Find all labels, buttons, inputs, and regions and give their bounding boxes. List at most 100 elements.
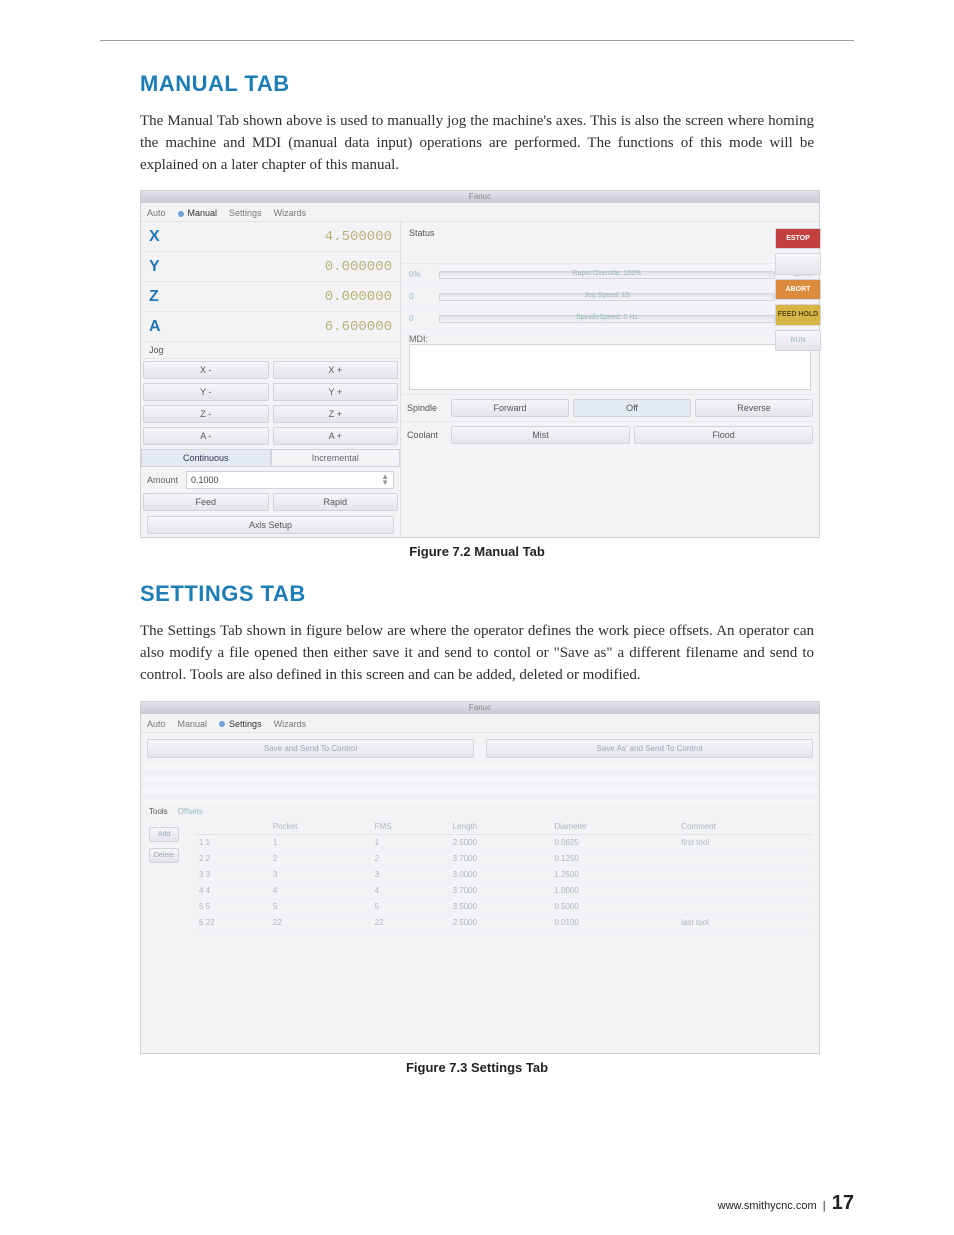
tab-wizards-s[interactable]: Wizards <box>274 717 307 731</box>
spindle-speed-slider[interactable]: SpindleSpeed: 0 Hz <box>439 315 775 323</box>
tab-manual[interactable]: Manual <box>178 206 218 220</box>
jog-a-neg[interactable]: A - <box>143 427 269 445</box>
axis-a-value: 6.600000 <box>325 319 392 335</box>
spindle-reverse[interactable]: Reverse <box>695 399 813 417</box>
stepper-arrows-icon[interactable]: ▲▼ <box>381 474 389 486</box>
feed-hold-button[interactable]: FEED HOLD <box>775 304 821 326</box>
table-cell: 5 <box>269 898 371 914</box>
subtab-offsets[interactable]: Offsets <box>178 807 203 816</box>
app-window-settings: Fanuc Auto Manual Settings Wizards Save … <box>140 701 820 1054</box>
jog-z-pos[interactable]: Z + <box>273 405 399 423</box>
abort-button[interactable]: ABORT <box>775 279 821 300</box>
status-label: Status <box>409 228 811 238</box>
axis-setup-button[interactable]: Axis Setup <box>147 516 394 534</box>
col-diameter: Diameter <box>550 819 677 835</box>
table-row[interactable]: 5 5553.50000.5000 <box>195 898 811 914</box>
amount-spinner[interactable]: 0.1000 ▲▼ <box>186 471 394 489</box>
table-cell: 4 4 <box>195 882 269 898</box>
save-send-button[interactable]: Save and Send To Control <box>147 739 474 758</box>
subtab-tools[interactable]: Tools <box>149 807 168 816</box>
jog-y-neg[interactable]: Y - <box>143 383 269 401</box>
settings-figure-caption: Figure 7.3 Settings Tab <box>140 1060 814 1075</box>
jog-speed-caption: Jog Speed: 15 <box>440 292 774 299</box>
table-cell: 1 1 <box>195 834 269 850</box>
table-cell: 4 <box>371 882 449 898</box>
table-cell <box>677 850 811 866</box>
tab-bar-settings: Auto Manual Settings Wizards <box>141 714 819 733</box>
jog-heading: Jog <box>141 342 400 359</box>
table-cell: first tool <box>677 834 811 850</box>
manual-heading: MANUAL TAB <box>140 71 814 97</box>
tool-add-button[interactable]: Add <box>149 827 179 842</box>
table-cell: 0.0625 <box>550 834 677 850</box>
tool-delete-button[interactable]: Delete <box>149 848 179 863</box>
jog-y-pos[interactable]: Y + <box>273 383 399 401</box>
axis-x-value: 4.500000 <box>325 229 392 245</box>
tab-auto-s[interactable]: Auto <box>147 717 166 731</box>
spindle-label: Spindle <box>407 403 447 413</box>
table-cell: 1.2500 <box>550 866 677 882</box>
table-cell: 0.0100 <box>550 914 677 930</box>
tab-manual-s[interactable]: Manual <box>178 717 208 731</box>
axis-a-label: A <box>149 318 169 336</box>
rapid-override-caption: Rapid Override: 100% <box>440 270 774 277</box>
table-cell: 5 5 <box>195 898 269 914</box>
axis-z-label: Z <box>149 288 169 306</box>
feed-button[interactable]: Feed <box>143 493 269 511</box>
coolant-label: Coolant <box>407 430 447 440</box>
jog-x-pos[interactable]: X + <box>273 361 399 379</box>
table-cell: 22 <box>371 914 449 930</box>
axis-x-label: X <box>149 228 169 246</box>
settings-paragraph: The Settings Tab shown in figure below a… <box>140 621 814 686</box>
table-cell: 5 <box>371 898 449 914</box>
jog-x-neg[interactable]: X - <box>143 361 269 379</box>
rapid-button[interactable]: Rapid <box>273 493 399 511</box>
table-row[interactable]: 2 2223.70000.1250 <box>195 850 811 866</box>
run-button[interactable]: RUN <box>775 330 821 351</box>
table-cell <box>677 898 811 914</box>
tab-settings-s[interactable]: Settings <box>219 717 262 731</box>
table-cell <box>677 866 811 882</box>
saveas-send-button[interactable]: Save As' and Send To Control <box>486 739 813 758</box>
axis-y-value: 0.000000 <box>325 259 392 275</box>
spindle-off[interactable]: Off <box>573 399 691 417</box>
rapid-override-slider[interactable]: Rapid Override: 100% <box>439 271 775 279</box>
table-row[interactable]: 6 2222222.50000.0100last tool <box>195 914 811 930</box>
app-window-manual: Fanuc Auto Manual Settings Wizards X4.50… <box>140 190 820 538</box>
slider-1-min: 0 <box>409 292 433 301</box>
tab-settings[interactable]: Settings <box>229 206 262 220</box>
col-pocket: Pocket <box>269 819 371 835</box>
amount-value: 0.1000 <box>191 475 219 485</box>
table-cell: 2.5000 <box>449 834 551 850</box>
table-cell: 0.1250 <box>550 850 677 866</box>
jog-z-neg[interactable]: Z - <box>143 405 269 423</box>
footer-page-number: 17 <box>832 1192 854 1214</box>
tab-wizards[interactable]: Wizards <box>274 206 307 220</box>
table-cell: 3.7000 <box>449 850 551 866</box>
col-fms: FMS <box>371 819 449 835</box>
estop-button[interactable]: ESTOP <box>775 228 821 249</box>
table-cell: 0.5000 <box>550 898 677 914</box>
manual-paragraph: The Manual Tab shown above is used to ma… <box>140 111 814 176</box>
slider-2-min: 0 <box>409 314 433 323</box>
spindle-speed-caption: SpindleSpeed: 0 Hz <box>440 314 774 321</box>
table-cell: 4 <box>269 882 371 898</box>
jog-mode-continuous[interactable]: Continuous <box>141 449 271 467</box>
mdi-textarea[interactable] <box>409 344 811 390</box>
tab-auto[interactable]: Auto <box>147 206 166 220</box>
spindle-forward[interactable]: Forward <box>451 399 569 417</box>
table-cell: last tool <box>677 914 811 930</box>
page-footer: www.smithycnc.com | 17 <box>718 1192 854 1215</box>
jog-mode-incremental[interactable]: Incremental <box>271 449 401 467</box>
coolant-flood[interactable]: Flood <box>634 426 813 444</box>
table-row[interactable]: 1 1112.50000.0625first tool <box>195 834 811 850</box>
table-cell: 1.0000 <box>550 882 677 898</box>
coolant-mist[interactable]: Mist <box>451 426 630 444</box>
table-cell: 2 2 <box>195 850 269 866</box>
table-row[interactable]: 3 3333.00001.2500 <box>195 866 811 882</box>
blank-button <box>775 253 821 275</box>
jog-speed-slider[interactable]: Jog Speed: 15 <box>439 293 775 301</box>
jog-a-pos[interactable]: A + <box>273 427 399 445</box>
table-row[interactable]: 4 4443.70001.0000 <box>195 882 811 898</box>
table-cell: 3.0000 <box>449 866 551 882</box>
